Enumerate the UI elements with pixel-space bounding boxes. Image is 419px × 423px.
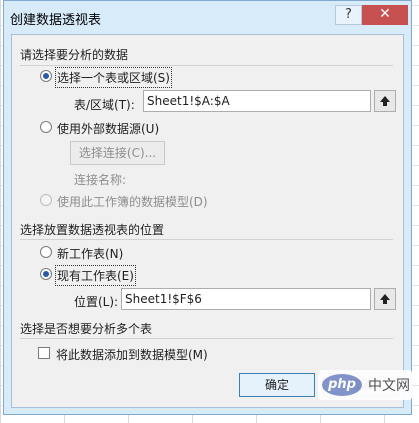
section-divider [20, 65, 393, 66]
data-model-label[interactable]: 使用此工作簿的数据模型(D) [57, 193, 208, 210]
ok-button[interactable]: 确定 [239, 373, 315, 397]
location-collapse-button[interactable] [374, 288, 396, 310]
watermark-text: 中文网 [368, 378, 410, 394]
section-divider [20, 239, 393, 240]
external-source-radio[interactable] [40, 121, 52, 133]
data-model-radio[interactable] [40, 194, 52, 206]
analyze-data-section-header: 请选择要分析的数据 [20, 48, 129, 62]
create-pivot-table-dialog: 创建数据透视表 ? ✕ 请选择要分析的数据 选择一个表或区域(S) 表/区域(T… [3, 0, 412, 415]
external-source-label[interactable]: 使用外部数据源(U) [57, 120, 159, 137]
connection-name-label: 连接名称: [74, 173, 127, 187]
table-range-collapse-button[interactable] [374, 90, 396, 112]
location-input[interactable]: Sheet1!$F$6 [121, 288, 371, 310]
choose-connection-button[interactable]: 选择连接(C)... [70, 141, 165, 165]
existing-worksheet-radio[interactable] [40, 268, 52, 280]
new-worksheet-radio[interactable] [40, 246, 52, 258]
dialog-title: 创建数据透视表 [10, 13, 102, 28]
site-watermark: php 中文网 [318, 370, 412, 400]
title-bar[interactable]: 创建数据透视表 ? ✕ [4, 1, 411, 34]
section-divider [20, 338, 393, 339]
arrow-up-icon [380, 96, 390, 106]
new-worksheet-label[interactable]: 新工作表(N) [57, 245, 123, 262]
existing-worksheet-label[interactable]: 现有工作表(E) [55, 265, 136, 286]
table-range-input[interactable]: Sheet1!$A:$A [143, 90, 371, 112]
add-to-data-model-label[interactable]: 将此数据添加到数据模型(M) [56, 346, 208, 363]
help-button[interactable]: ? [335, 5, 362, 25]
location-label: 位置(L): [74, 295, 119, 309]
php-logo: php [322, 374, 362, 396]
arrow-up-icon [380, 294, 390, 304]
close-button[interactable]: ✕ [362, 5, 408, 25]
table-range-label: 表/区域(T): [74, 98, 135, 112]
select-range-radio[interactable] [40, 70, 52, 82]
dialog-body: 请选择要分析的数据 选择一个表或区域(S) 表/区域(T): Sheet1!$A… [11, 34, 404, 408]
select-range-label[interactable]: 选择一个表或区域(S) [55, 67, 172, 88]
multi-table-section-header: 选择是否想要分析多个表 [20, 322, 153, 336]
add-to-data-model-checkbox[interactable] [38, 347, 50, 359]
location-section-header: 选择放置数据透视表的位置 [20, 223, 165, 237]
